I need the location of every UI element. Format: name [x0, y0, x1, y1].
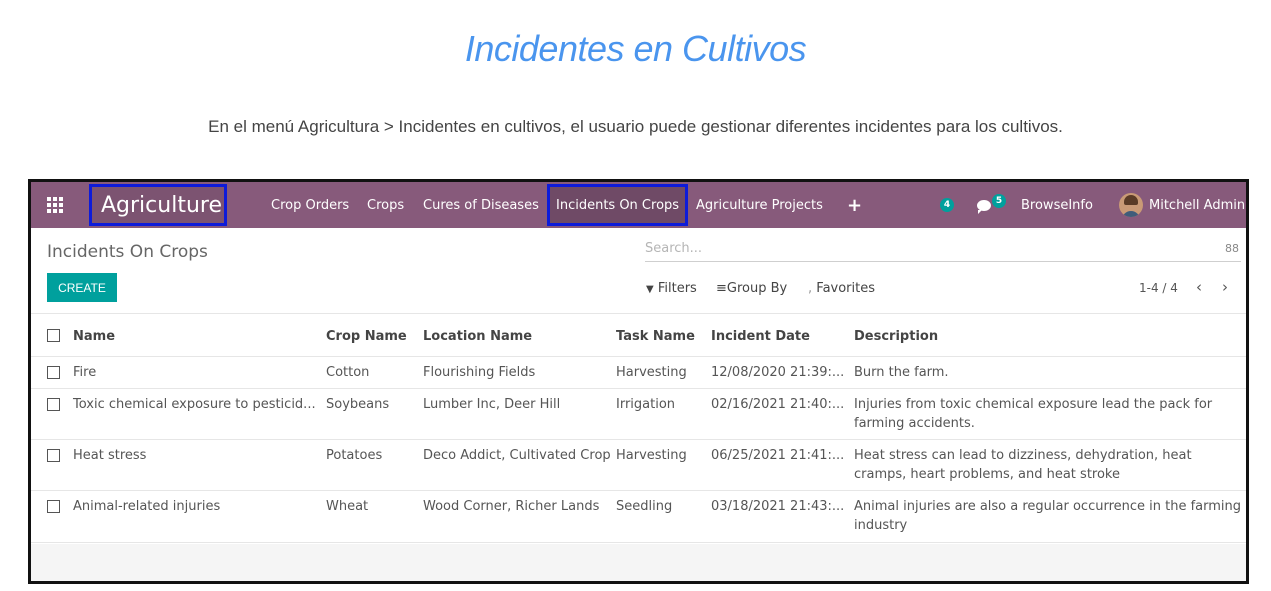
menu-incidents-on-crops[interactable]: Incidents On Crops	[547, 184, 689, 226]
column-header-task-name[interactable]: Task Name	[616, 329, 695, 344]
column-header-incident-date[interactable]: Incident Date	[711, 329, 810, 344]
app-screenshot: Agriculture Crop Orders Crops Cures of D…	[28, 179, 1249, 584]
messages-indicator[interactable]: 5	[977, 182, 1006, 228]
row-checkbox[interactable]	[47, 366, 60, 379]
cell-date: 02/16/2021 21:40:...	[711, 397, 845, 412]
user-name: Mitchell Admin	[1149, 197, 1246, 213]
row-checkbox[interactable]	[47, 500, 60, 513]
cell-location: Wood Corner, Richer Lands	[423, 499, 600, 514]
favorites-icon: ,	[808, 281, 813, 296]
cell-name: Animal-related injuries	[73, 499, 221, 514]
cell-description: Animal injuries are also a regular occur…	[854, 499, 1242, 533]
row-checkbox[interactable]	[47, 398, 60, 411]
pager-previous-icon[interactable]: ‹	[1196, 278, 1202, 296]
pager-value[interactable]: 1-4 / 4	[1139, 281, 1178, 295]
cell-task: Irrigation	[616, 397, 676, 412]
cell-name: Heat stress	[73, 448, 147, 463]
list-footer	[31, 544, 1246, 581]
app-brand[interactable]: Agriculture	[89, 184, 227, 226]
cell-location: Deco Addict, Cultivated Crop	[423, 448, 611, 463]
table-header: Name Crop Name Location Name Task Name I…	[31, 313, 1246, 357]
cell-name: Toxic chemical exposure to pesticid...	[73, 397, 316, 412]
cell-task: Harvesting	[616, 365, 687, 380]
doc-title: Incidentes en Cultivos	[464, 28, 807, 69]
table-row[interactable]: Fire Cotton Flourishing Fields Harvestin…	[31, 357, 1246, 389]
cell-date: 12/08/2020 21:39:...	[711, 365, 845, 380]
cell-date: 03/18/2021 21:43:...	[711, 499, 845, 514]
list-view: Name Crop Name Location Name Task Name I…	[31, 313, 1246, 543]
menu-crop-orders[interactable]: Crop Orders	[271, 182, 349, 228]
menu-crops[interactable]: Crops	[367, 182, 404, 228]
group-by-label: Group By	[726, 281, 788, 296]
cell-description: Injuries from toxic chemical exposure le…	[854, 397, 1213, 431]
group-by-button[interactable]: ≡Group By	[716, 281, 787, 296]
table-row[interactable]: Animal-related injuries Wheat Wood Corne…	[31, 491, 1246, 543]
table-row[interactable]: Toxic chemical exposure to pesticid... S…	[31, 389, 1246, 440]
menu-agriculture-projects[interactable]: Agriculture Projects	[696, 182, 823, 228]
filters-label: Filters	[657, 281, 697, 296]
cell-crop: Cotton	[326, 365, 370, 380]
cell-description: Heat stress can lead to dizziness, dehyd…	[854, 448, 1192, 482]
chat-icon	[977, 199, 991, 214]
doc-description: En el menú Agricultura > Incidentes en c…	[208, 117, 1063, 136]
search-input[interactable]: Search... 88	[645, 237, 1241, 262]
messages-badge: 5	[992, 194, 1006, 208]
cell-location: Lumber Inc, Deer Hill	[423, 397, 561, 412]
cell-crop: Wheat	[326, 499, 369, 514]
select-all-checkbox[interactable]	[47, 329, 60, 342]
cell-date: 06/25/2021 21:41:...	[711, 448, 845, 463]
filter-icon: ▼	[646, 284, 654, 295]
search-placeholder: Search...	[645, 241, 703, 256]
column-header-description[interactable]: Description	[854, 329, 938, 344]
cell-name: Fire	[73, 365, 97, 380]
column-header-crop-name[interactable]: Crop Name	[326, 329, 407, 344]
search-options-icon[interactable]: 88	[1225, 242, 1239, 255]
table-row[interactable]: Heat stress Potatoes Deco Addict, Cultiv…	[31, 440, 1246, 491]
user-menu[interactable]: Mitchell Admin	[1119, 182, 1245, 228]
row-checkbox[interactable]	[47, 449, 60, 462]
cell-location: Flourishing Fields	[423, 365, 536, 380]
top-navbar: Agriculture Crop Orders Crops Cures of D…	[31, 182, 1246, 228]
apps-grid-icon[interactable]	[47, 182, 67, 228]
menu-cures-of-diseases[interactable]: Cures of Diseases	[423, 182, 539, 228]
column-header-name[interactable]: Name	[73, 329, 115, 344]
avatar	[1119, 193, 1143, 217]
cell-description: Burn the farm.	[854, 365, 949, 380]
activity-badge: 4	[940, 198, 954, 212]
plus-icon[interactable]: +	[847, 182, 862, 228]
create-button[interactable]: CREATE	[47, 273, 117, 302]
cell-crop: Potatoes	[326, 448, 383, 463]
activity-indicator[interactable]: 4	[940, 182, 954, 228]
group-by-icon: ≡	[716, 281, 727, 296]
cell-crop: Soybeans	[326, 397, 390, 412]
favorites-button[interactable]: , Favorites	[808, 281, 875, 296]
column-header-location-name[interactable]: Location Name	[423, 329, 532, 344]
company-switcher[interactable]: BrowseInfo	[1021, 182, 1093, 228]
favorites-label: Favorites	[816, 281, 876, 296]
pager-next-icon[interactable]: ›	[1222, 278, 1228, 296]
cell-task: Harvesting	[616, 448, 687, 463]
filters-button[interactable]: ▼ Filters	[646, 281, 697, 296]
page-title: Incidents On Crops	[47, 242, 208, 262]
cell-task: Seedling	[616, 499, 673, 514]
